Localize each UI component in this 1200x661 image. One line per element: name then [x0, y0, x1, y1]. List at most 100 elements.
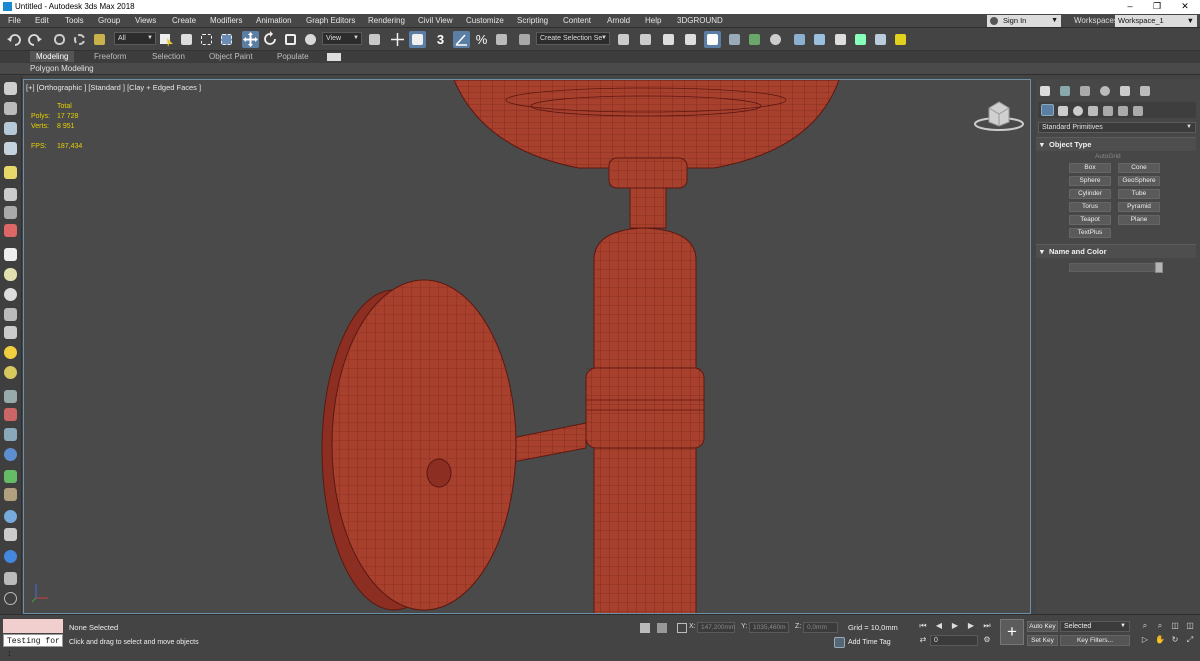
zoom-all-icon[interactable]: ⌕	[1155, 621, 1165, 631]
spinner-snap-button[interactable]	[493, 31, 510, 48]
sphere-button[interactable]: Sphere	[1069, 176, 1111, 186]
script-icon[interactable]	[4, 528, 17, 541]
info-icon[interactable]	[4, 592, 17, 605]
sphere-icon[interactable]	[4, 268, 17, 281]
cameras-category-icon[interactable]	[1088, 106, 1098, 116]
tab-selection[interactable]: Selection	[152, 52, 185, 61]
render-production-button[interactable]	[832, 31, 849, 48]
zoom-extents-icon[interactable]: ◫	[1170, 621, 1180, 631]
menu-file[interactable]: File	[8, 16, 21, 25]
rectangular-selection-button[interactable]	[198, 31, 215, 48]
motion-tab-icon[interactable]	[1100, 86, 1110, 96]
name-and-color-rollout[interactable]: ▾ Name and Color	[1036, 244, 1196, 258]
polygon-modeling-label[interactable]: Polygon Modeling	[30, 64, 94, 73]
menu-tools[interactable]: Tools	[65, 16, 84, 25]
autogrid-checkbox[interactable]: AutoGrid	[1095, 153, 1121, 160]
current-frame-field[interactable]: 0	[930, 635, 978, 646]
create-tab-icon[interactable]	[1040, 86, 1050, 96]
toggle-layer-explorer-button[interactable]	[682, 31, 699, 48]
edit-icon[interactable]	[4, 122, 17, 135]
select-and-move-button[interactable]	[242, 31, 259, 48]
lamp-body[interactable]	[585, 227, 705, 614]
workspace-select[interactable]: Workspace_1 ▼	[1115, 15, 1197, 27]
hair-icon[interactable]	[4, 390, 17, 403]
cone-button[interactable]: Cone	[1118, 163, 1160, 173]
menu-civil-view[interactable]: Civil View	[418, 16, 453, 25]
object-name-input[interactable]	[1069, 263, 1155, 272]
3dground-button[interactable]	[892, 31, 909, 48]
lock-selection-icon[interactable]	[657, 623, 667, 633]
globe-icon[interactable]	[4, 448, 17, 461]
curve-editor-button[interactable]	[726, 31, 743, 48]
box-icon[interactable]	[4, 248, 17, 261]
snaps-toggle-button[interactable]: 3	[432, 31, 449, 48]
sphere-gold-icon[interactable]	[4, 366, 17, 379]
go-to-end-button[interactable]: ⏭	[982, 621, 992, 631]
camera-icon[interactable]	[4, 206, 17, 219]
menu-customize[interactable]: Customize	[466, 16, 504, 25]
material-editor-button[interactable]	[767, 31, 784, 48]
orbit-icon[interactable]: ↻	[1170, 635, 1180, 645]
menu-scripting[interactable]: Scripting	[517, 16, 548, 25]
close-button[interactable]: ✕	[1171, 0, 1199, 14]
select-object-button[interactable]	[158, 31, 175, 48]
modify-tab-icon[interactable]	[1060, 86, 1070, 96]
z-coordinate-field[interactable]: 0,0mm	[803, 622, 838, 633]
edit-named-selection-button[interactable]	[516, 31, 533, 48]
auto-key-button[interactable]: Auto Key	[1027, 621, 1058, 632]
tube-button[interactable]: Tube	[1118, 189, 1160, 199]
named-selection-set-dropdown[interactable]: Create Selection Se ▼	[536, 32, 610, 45]
redo-button[interactable]	[26, 31, 43, 48]
maxscript-listener-output[interactable]	[3, 619, 63, 633]
menu-animation[interactable]: Animation	[256, 16, 292, 25]
tab-object-paint[interactable]: Object Paint	[209, 52, 253, 61]
absolute-mode-icon[interactable]	[677, 623, 687, 633]
display-tab-icon[interactable]	[1120, 86, 1130, 96]
menu-arnold[interactable]: Arnold	[607, 16, 630, 25]
material-sphere-icon[interactable]	[4, 510, 17, 523]
x-coordinate-field[interactable]: 147,200mm	[697, 622, 735, 633]
unlink-button[interactable]	[71, 31, 88, 48]
ribbon-toggle-icon[interactable]	[327, 53, 341, 61]
utilities-tab-icon[interactable]	[1140, 86, 1150, 96]
set-key-button[interactable]: Set Key	[1027, 635, 1058, 646]
sign-in-dropdown[interactable]: Sign In ▼	[987, 15, 1061, 27]
select-manipulate-button[interactable]	[389, 31, 406, 48]
zoom-icon[interactable]: ⌕	[1140, 621, 1150, 631]
terrain-icon[interactable]	[4, 488, 17, 501]
geometry-category-icon[interactable]	[1041, 104, 1054, 116]
time-tag-icon[interactable]	[834, 637, 845, 648]
play-button[interactable]: ▶	[950, 621, 960, 631]
tab-modeling[interactable]: Modeling	[30, 51, 75, 62]
maxscript-mini-listener[interactable]: Testing for :	[3, 634, 63, 659]
keyboard-shortcut-override-button[interactable]	[409, 31, 426, 48]
isolate-selection-icon[interactable]	[640, 623, 650, 633]
schematic-view-button[interactable]	[746, 31, 763, 48]
object-type-rollout[interactable]: ▾ Object Type	[1036, 137, 1196, 151]
geometry-icon[interactable]	[4, 142, 17, 155]
geosphere-icon[interactable]	[4, 288, 17, 301]
y-coordinate-field[interactable]: 1035,460m	[749, 622, 789, 633]
utility-icon[interactable]	[4, 572, 17, 585]
next-frame-button[interactable]: ▶	[966, 621, 976, 631]
align-button[interactable]	[637, 31, 654, 48]
modify-selection-icon[interactable]	[4, 102, 17, 115]
viewcube-icon[interactable]	[969, 94, 1029, 134]
lamp-collar[interactable]	[608, 157, 688, 229]
systems-category-icon[interactable]	[1133, 106, 1143, 116]
go-to-start-button[interactable]: ⏮	[918, 621, 928, 631]
field-of-view-icon[interactable]: ▷	[1140, 635, 1150, 645]
key-filters-button[interactable]: Key Filters...	[1060, 635, 1130, 646]
key-mode-toggle-icon[interactable]: ⇄	[918, 635, 928, 645]
window-crossing-button[interactable]	[218, 31, 235, 48]
light-icon[interactable]	[4, 166, 17, 179]
space-warps-category-icon[interactable]	[1118, 106, 1128, 116]
maximize-viewport-icon[interactable]: ⤢	[1185, 635, 1195, 645]
set-keys-button[interactable]: +	[1000, 619, 1024, 645]
add-time-tag-button[interactable]: Add Time Tag	[848, 639, 891, 646]
cylinder-button[interactable]: Cylinder	[1069, 189, 1111, 199]
undo-button[interactable]	[6, 31, 23, 48]
rendered-frame-window-button[interactable]	[811, 31, 828, 48]
box-button[interactable]: Box	[1069, 163, 1111, 173]
plane-button[interactable]: Plane	[1118, 215, 1160, 225]
